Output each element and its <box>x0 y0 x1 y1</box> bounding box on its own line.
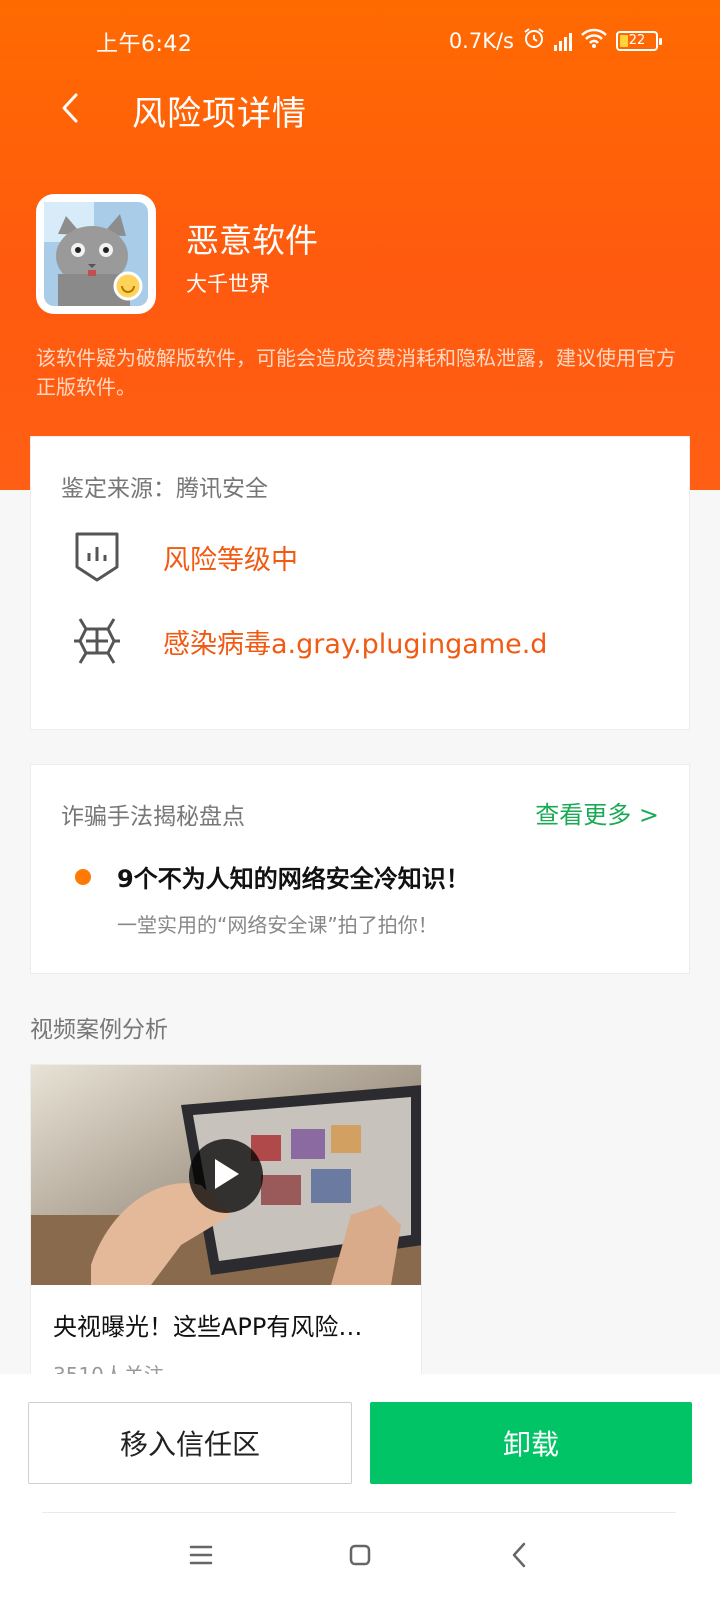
home-icon <box>348 1543 372 1571</box>
battery-level: 22 <box>628 33 646 48</box>
bullet-dot <box>75 869 91 885</box>
signal-icon <box>554 31 572 51</box>
virus-row: 感染病毒a.gray.plugingame.d <box>71 611 671 671</box>
nav-home-button[interactable] <box>335 1532 385 1582</box>
move-to-trust-button[interactable]: 移入信任区 <box>28 1402 352 1484</box>
nav-back-button[interactable] <box>494 1532 544 1582</box>
play-icon <box>211 1157 241 1195</box>
title-bar: 风险项详情 <box>0 80 720 140</box>
video-title: 央视曝光！这些APP有风险… <box>53 1313 363 1341</box>
bug-icon <box>71 613 123 669</box>
source-label: 鉴定来源：腾讯安全 <box>61 476 268 502</box>
article-subtitle: 一堂实用的“网络安全课”拍了拍你！ <box>117 913 438 937</box>
menu-icon <box>189 1544 213 1570</box>
video-section-title: 视频案例分析 <box>30 1017 168 1043</box>
risk-source-card: 鉴定来源：腾讯安全 风险等级中 感染病毒a.gray.plugingame.d <box>30 436 690 730</box>
status-bar: 上午6:42 0.7K/s 22 <box>0 20 720 60</box>
virus-text: 感染病毒a.gray.plugingame.d <box>163 628 548 660</box>
article-title[interactable]: 9个不为人知的网络安全冷知识！ <box>117 859 470 894</box>
fraud-section-title: 诈骗手法揭秘盘点 <box>61 804 245 830</box>
uninstall-button[interactable]: 卸载 <box>370 1402 692 1484</box>
risk-level-text: 风险等级中 <box>163 544 298 576</box>
back-button[interactable] <box>50 88 90 132</box>
shield-chart-icon <box>71 529 123 585</box>
alarm-icon <box>522 26 546 55</box>
system-nav-bar <box>0 1514 720 1600</box>
video-card[interactable]: 央视曝光！这些APP有风险… 3510人关注 <box>30 1064 422 1394</box>
back-triangle-icon <box>511 1542 527 1572</box>
app-name: 恶意软件 <box>186 221 318 260</box>
bottom-action-bar: 移入信任区 卸载 <box>0 1374 720 1600</box>
app-icon <box>36 194 156 314</box>
view-more-link[interactable]: 查看更多 > <box>535 795 659 830</box>
status-indicators: 0.7K/s 22 <box>448 26 662 55</box>
status-time: 上午6:42 <box>96 32 193 57</box>
app-developer: 大千世界 <box>186 272 270 296</box>
fraud-tips-card: 诈骗手法揭秘盘点 查看更多 > 9个不为人知的网络安全冷知识！ 一堂实用的“网络… <box>30 764 690 974</box>
app-description: 该软件疑为破解版软件，可能会造成资费消耗和隐私泄露，建议使用官方正版软件。 <box>36 346 676 399</box>
play-button[interactable] <box>189 1139 263 1213</box>
nav-menu-button[interactable] <box>176 1532 226 1582</box>
net-speed: 0.7K/s <box>448 28 514 53</box>
chevron-left-icon <box>60 92 80 128</box>
video-thumbnail <box>31 1065 421 1285</box>
page-title: 风险项详情 <box>132 94 307 134</box>
battery-icon: 22 <box>616 30 662 51</box>
risk-level-row: 风险等级中 <box>71 527 671 587</box>
wifi-icon <box>580 27 608 54</box>
nav-divider <box>42 1512 676 1513</box>
